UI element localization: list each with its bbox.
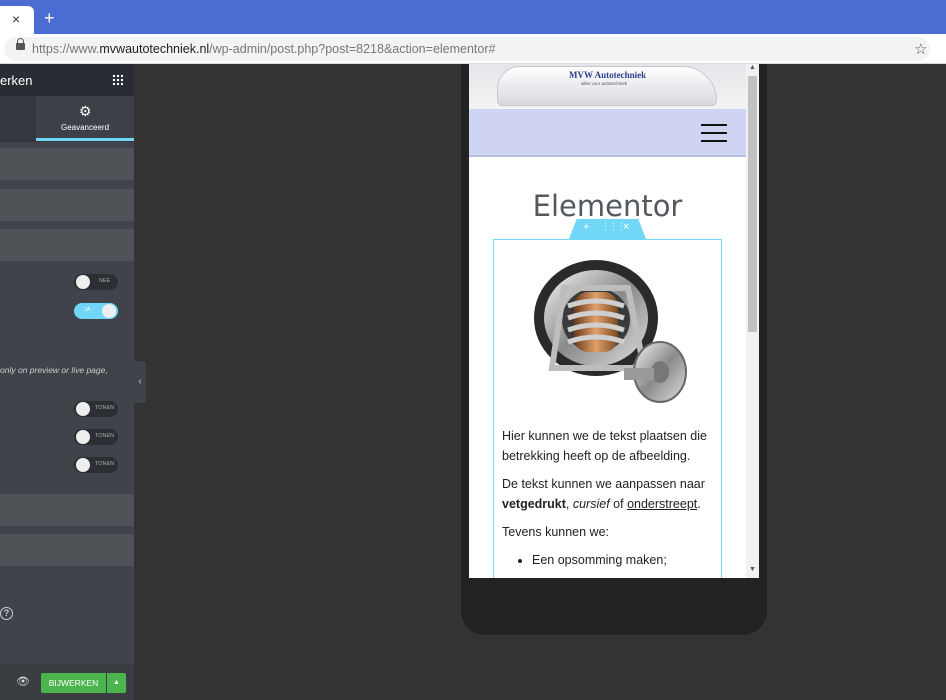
thermostat-image (534, 260, 687, 403)
remove-widget-icon[interactable]: × (623, 221, 629, 233)
tab-advanced[interactable]: ⚙ Geavanceerd (36, 96, 134, 141)
panel-section[interactable] (0, 189, 134, 221)
preview-scrollbar[interactable]: ▲ ▼ (746, 64, 759, 578)
toggle-knob (76, 402, 90, 416)
preview-screen: MVW Autotechniek alles voor autotechniek… (469, 64, 759, 578)
panel-section[interactable] (0, 229, 134, 261)
control-row: TONEN (0, 455, 134, 483)
toggle-label: TONEN (95, 433, 115, 439)
star-icon[interactable]: ☆ (914, 40, 927, 58)
toggle-label: TONEN (95, 405, 115, 411)
brand-name: MVW Autotechniek (569, 70, 647, 80)
toggle-switch[interactable]: TONEN (74, 401, 118, 417)
toggle-knob (102, 304, 116, 318)
control-row: TONEN (0, 427, 134, 455)
toggle-switch[interactable]: TONEN (74, 429, 118, 445)
toggle-switch[interactable]: TONEN (74, 457, 118, 473)
toggle-knob (76, 275, 90, 289)
toggle-knob (76, 430, 90, 444)
text-content: Hier kunnen we de tekst plaatsen die bet… (502, 426, 717, 570)
toggle-label: NEE (99, 278, 111, 284)
close-icon[interactable]: × (12, 11, 20, 27)
gear-icon: ⚙ (79, 103, 92, 119)
control-row: TONEN (0, 399, 134, 427)
toggle-label: JA (84, 307, 91, 313)
url-text: https://www.mvwautotechniek.nl/wp-admin/… (32, 42, 496, 56)
control-row: NEE (0, 268, 134, 296)
panel-section[interactable] (0, 148, 134, 180)
scroll-thumb[interactable] (748, 76, 757, 332)
panel-title: erken (0, 73, 33, 88)
eye-icon[interactable]: 👁 (16, 675, 30, 688)
widget-toolbar: + ⋮⋮⋮ × (569, 219, 646, 239)
address-bar: https://www.mvwautotechniek.nl/wp-admin/… (0, 34, 946, 64)
help-row: ? (0, 607, 13, 620)
panel-header: erken (0, 64, 134, 96)
paragraph: Tevens kunnen we: (502, 525, 610, 539)
control-row: JA (0, 296, 134, 324)
editor-panel: erken ⚙ Geavanceerd NEE JA only on previ… (0, 64, 134, 700)
toggle-switch[interactable]: JA (74, 303, 118, 319)
tab-advanced-label: Geavanceerd (60, 123, 110, 132)
help-note: only on preview or live page, (0, 365, 108, 375)
panel-section[interactable] (0, 494, 134, 526)
add-widget-icon[interactable]: + (583, 221, 589, 233)
url-field[interactable]: https://www.mvwautotechniek.nl/wp-admin/… (4, 37, 930, 61)
move-widget-icon[interactable]: ⋮⋮⋮ (601, 221, 626, 232)
toggle-knob (76, 458, 90, 472)
panel-section[interactable] (0, 534, 134, 566)
site-header-logo: MVW Autotechniek alles voor autotechniek (469, 64, 746, 109)
update-button[interactable]: BIJWERKEN (41, 673, 106, 693)
hamburger-menu-icon[interactable] (701, 124, 727, 142)
paragraph: Hier kunnen we de tekst plaatsen die bet… (502, 429, 707, 463)
scroll-down-icon[interactable]: ▼ (749, 566, 756, 573)
save-options-button[interactable]: ▲ (107, 673, 126, 693)
collapse-panel-button[interactable]: ‹ (134, 361, 146, 403)
grid-icon[interactable] (112, 74, 123, 85)
list-item: Een opsomming maken; (532, 550, 717, 570)
bullet-list: Een opsomming maken; (532, 550, 717, 570)
brand-tagline: alles voor autotechniek (581, 81, 628, 86)
site-navbar (469, 109, 746, 157)
lock-icon (16, 38, 25, 50)
panel-tabs: ⚙ Geavanceerd (0, 96, 134, 142)
help-icon[interactable]: ? (0, 607, 13, 620)
new-tab-button[interactable]: + (44, 9, 55, 27)
browser-tab[interactable]: × (0, 6, 34, 34)
toggle-label: TONEN (95, 461, 115, 467)
panel-footer: 👁 BIJWERKEN ▲ (0, 664, 134, 700)
page-heading: Elementor (532, 189, 683, 223)
browser-tabbar: × + (0, 0, 946, 34)
scroll-up-icon[interactable]: ▲ (749, 64, 756, 71)
toggle-switch[interactable]: NEE (74, 274, 118, 290)
image-text-widget[interactable]: Hier kunnen we de tekst plaatsen die bet… (493, 239, 722, 578)
paragraph: De tekst kunnen we aanpassen naar vetged… (502, 477, 705, 511)
